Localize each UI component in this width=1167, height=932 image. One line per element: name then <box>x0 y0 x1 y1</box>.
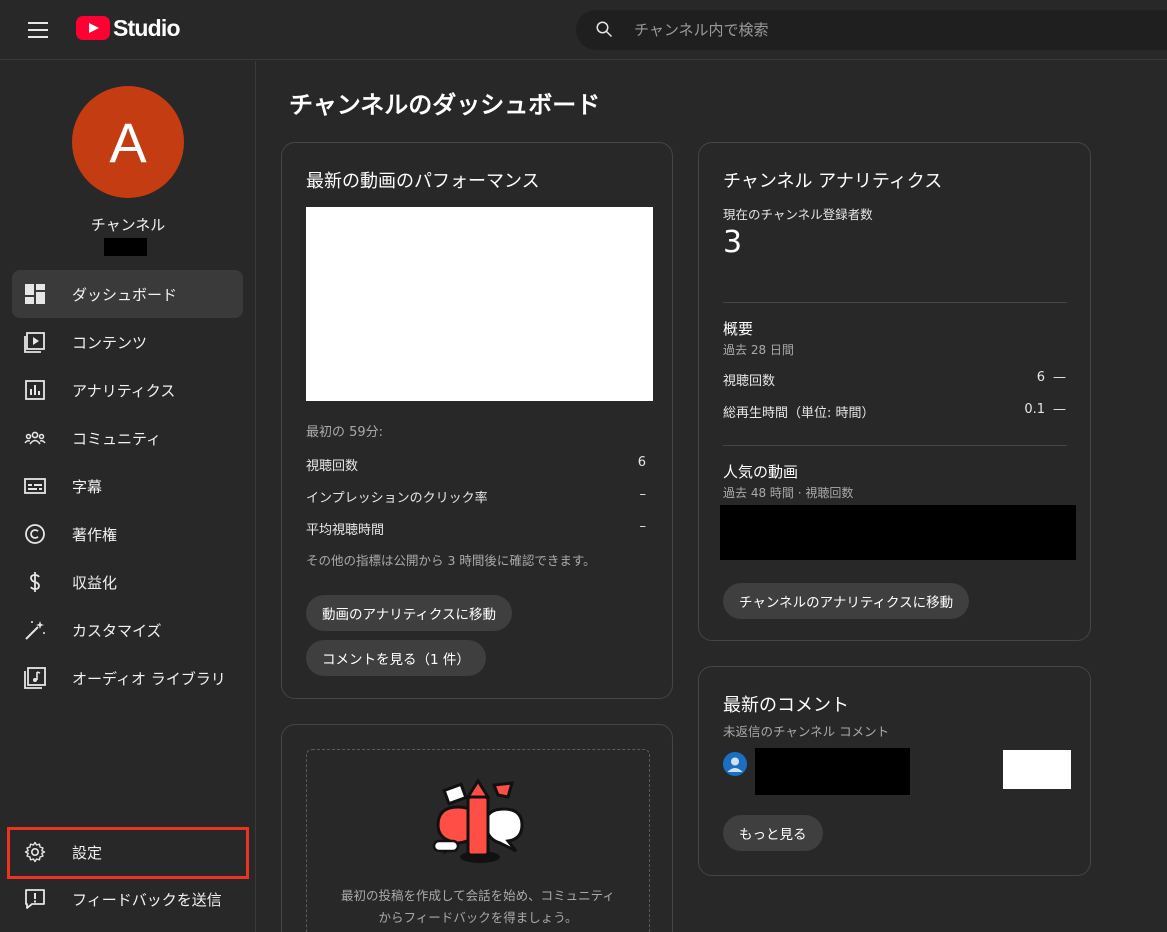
logo-text: Studio <box>113 14 181 41</box>
card-title: チャンネル アナリティクス <box>723 171 943 192</box>
summary-row-label: 視聴回数 <box>723 374 776 389</box>
content-icon <box>24 332 45 353</box>
sidebar-item-copyright[interactable]: 著作権 <box>12 510 243 558</box>
popular-title: 人気の動画 <box>723 463 799 481</box>
card-title: 最新の動画のパフォーマンス <box>306 171 540 192</box>
studio-logo[interactable]: Studio <box>76 13 181 43</box>
sidebar-item-label: 設定 <box>72 844 103 862</box>
comment-video-thumbnail[interactable] <box>1003 750 1071 789</box>
sidebar-item-label: フィードバックを送信 <box>72 891 222 909</box>
latest-comments-card: 最新のコメント 未返信のチャンネル コメント もっと見る <box>698 666 1091 876</box>
sidebar-item-analytics[interactable]: アナリティクス <box>12 366 243 414</box>
dollar-icon <box>30 572 40 592</box>
community-text-line2: からフィードバックを得ましょう。 <box>378 910 578 925</box>
latest-video-card: 最新の動画のパフォーマンス 最初の 59分: 視聴回数 6 インプレッションのク… <box>281 142 673 699</box>
more-comments-button[interactable]: もっと見る <box>723 815 823 851</box>
sidebar-item-label: ダッシュボード <box>72 286 178 304</box>
channel-avatar[interactable]: A <box>72 86 184 198</box>
summary-row-trend: — <box>1053 370 1066 385</box>
popular-video-redacted[interactable] <box>720 505 1076 560</box>
copyright-icon <box>25 524 45 544</box>
search-bar[interactable] <box>576 10 1167 50</box>
metric-value: – <box>639 519 647 534</box>
analytics-icon <box>25 380 45 400</box>
sidebar-item-label: オーディオ ライブラリ <box>72 670 226 688</box>
feedback-icon <box>25 889 45 909</box>
sidebar-item-label: アナリティクス <box>72 382 176 400</box>
community-illustration-icon <box>432 778 524 863</box>
sidebar-item-label: カスタマイズ <box>72 622 162 640</box>
metrics-note: その他の指標は公開から 3 時間後に確認できます。 <box>306 553 596 568</box>
sidebar-item-feedback[interactable]: フィードバックを送信 <box>12 875 243 923</box>
sidebar-item-label: 字幕 <box>72 478 103 496</box>
gear-icon <box>24 841 46 863</box>
comment-redacted <box>755 748 910 795</box>
summary-row-label: 総再生時間（単位: 時間） <box>723 406 875 421</box>
sidebar-item-dashboard[interactable]: ダッシュボード <box>12 270 243 318</box>
youtube-logo-icon <box>76 16 110 40</box>
summary-period: 過去 28 日間 <box>723 343 794 357</box>
popular-period: 過去 48 時間 · 視聴回数 <box>723 486 854 500</box>
magic-wand-icon <box>25 621 45 640</box>
community-text-line1: 最初の投稿を作成して会話を始め、コミュニティ <box>341 888 615 903</box>
menu-icon[interactable] <box>22 18 54 42</box>
commenter-avatar-icon[interactable] <box>723 752 747 776</box>
card-title: 最新のコメント <box>723 695 849 716</box>
subscribers-value: 3 <box>723 225 743 260</box>
subscribers-label: 現在のチャンネル登録者数 <box>723 207 873 222</box>
sidebar-item-settings[interactable]: 設定 <box>12 828 243 876</box>
divider <box>723 445 1067 446</box>
audio-library-icon <box>24 667 46 689</box>
top-bar: Studio <box>0 0 1167 60</box>
dashboard-icon <box>25 284 45 304</box>
video-thumbnail[interactable] <box>306 207 653 401</box>
main-content: チャンネルのダッシュボード 最新の動画のパフォーマンス 最初の 59分: 視聴回… <box>257 61 1167 932</box>
search-icon[interactable] <box>595 20 613 38</box>
community-post-card: 最初の投稿を作成して会話を始め、コミュニティ からフィードバックを得ましょう。 <box>281 724 673 932</box>
sidebar-item-content[interactable]: コンテンツ <box>12 318 243 366</box>
video-analytics-button[interactable]: 動画のアナリティクスに移動 <box>306 595 513 631</box>
subtitles-icon <box>24 478 46 494</box>
search-input[interactable] <box>634 18 1134 42</box>
summary-title: 概要 <box>723 320 754 338</box>
metric-value: – <box>639 487 647 502</box>
sidebar-item-label: 著作権 <box>72 526 118 544</box>
metric-label: インプレッションのクリック率 <box>306 491 488 506</box>
sidebar-item-community[interactable]: コミュニティ <box>12 414 243 462</box>
first-period-label: 最初の 59分: <box>306 425 384 440</box>
channel-name-redacted <box>104 238 147 256</box>
sidebar-item-subtitles[interactable]: 字幕 <box>12 462 243 510</box>
sidebar-item-label: 収益化 <box>72 574 118 592</box>
community-icon <box>24 431 46 445</box>
metric-value: 6 <box>637 455 646 470</box>
summary-row-value: 0.1 <box>1024 402 1045 417</box>
sidebar-item-audio-library[interactable]: オーディオ ライブラリ <box>12 654 243 702</box>
sidebar-item-monetization[interactable]: 収益化 <box>12 558 243 606</box>
view-comments-button[interactable]: コメントを見る（1 件） <box>306 640 486 676</box>
channel-analytics-button[interactable]: チャンネルのアナリティクスに移動 <box>723 583 970 619</box>
summary-row-trend: — <box>1053 402 1066 417</box>
sidebar: A チャンネル ダッシュボード コンテンツ アナリティクス コミュニティ 字幕 … <box>0 61 256 932</box>
sidebar-item-label: コンテンツ <box>72 334 148 352</box>
metric-label: 視聴回数 <box>306 459 359 474</box>
sidebar-item-customize[interactable]: カスタマイズ <box>12 606 243 654</box>
summary-row-value: 6 <box>1036 370 1045 385</box>
metric-label: 平均視聴時間 <box>306 523 385 538</box>
comments-subtitle: 未返信のチャンネル コメント <box>723 724 890 739</box>
channel-label: チャンネル <box>90 216 166 234</box>
channel-analytics-card: チャンネル アナリティクス 現在のチャンネル登録者数 3 概要 過去 28 日間… <box>698 142 1091 641</box>
divider <box>723 302 1067 303</box>
page-title: チャンネルのダッシュボード <box>289 91 601 119</box>
sidebar-item-label: コミュニティ <box>72 430 162 448</box>
